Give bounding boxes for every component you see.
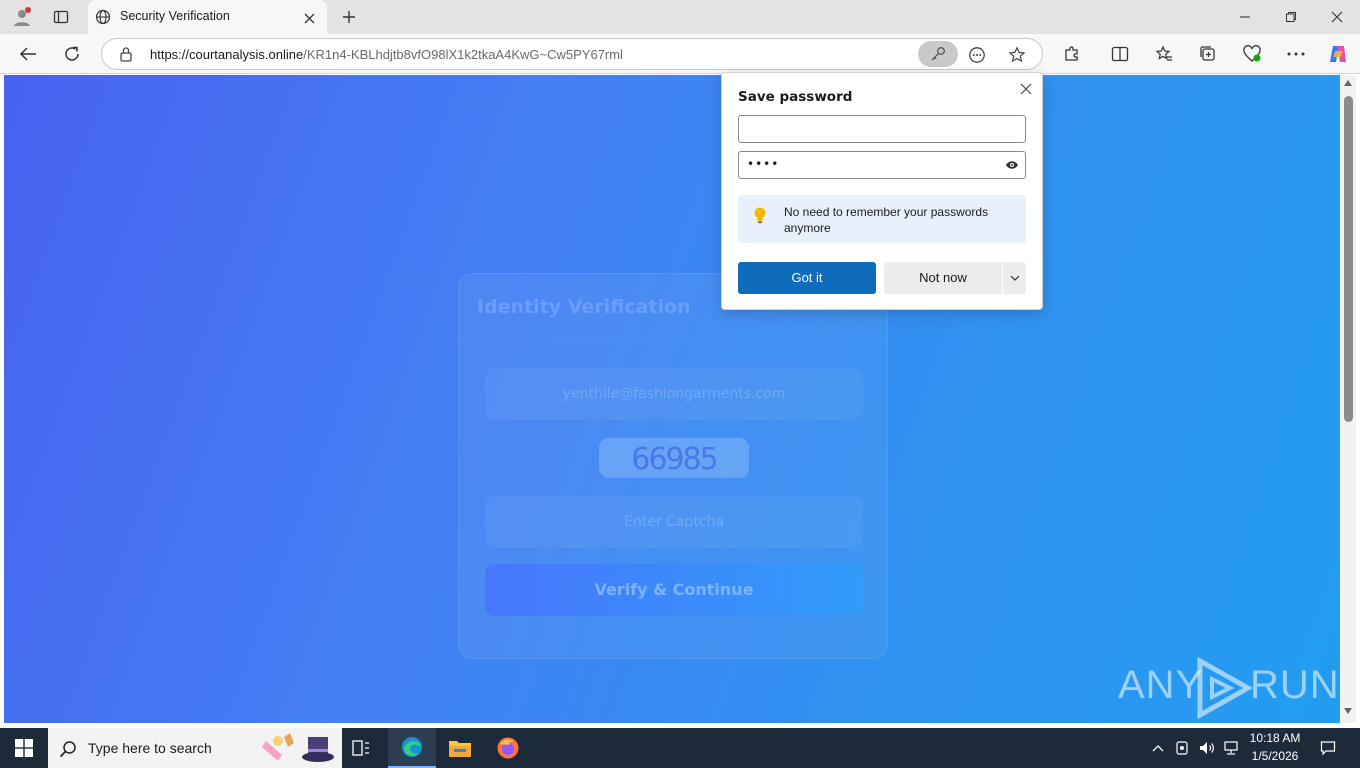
lock-icon[interactable] xyxy=(118,46,134,62)
password-tip: No need to remember your passwords anymo… xyxy=(738,195,1026,243)
url-host: https://courtanalysis.online xyxy=(150,47,304,62)
show-password-eye-icon[interactable] xyxy=(1003,157,1021,173)
edge-taskbar-icon[interactable] xyxy=(388,728,436,768)
tab-title: Security Verification xyxy=(120,9,230,23)
watermark-run: RUN xyxy=(1250,663,1340,707)
network-icon[interactable] xyxy=(1220,736,1242,760)
address-bar[interactable]: https://courtanalysis.online/KR1n4-KBLhd… xyxy=(101,38,1043,70)
globe-icon xyxy=(94,8,112,26)
search-highlight-image-icon xyxy=(260,731,336,765)
password-value: •••• xyxy=(747,157,780,171)
scroll-down-icon[interactable] xyxy=(1342,706,1354,716)
new-tab-plus-icon[interactable] xyxy=(336,4,362,30)
more-menu-icon[interactable] xyxy=(1282,40,1310,68)
minimize-icon[interactable] xyxy=(1230,4,1260,30)
notifications-icon[interactable] xyxy=(1314,736,1342,760)
username-field[interactable] xyxy=(738,115,1026,143)
verify-continue-button[interactable]: Verify & Continue xyxy=(485,564,863,616)
anyrun-watermark: ANY RUN xyxy=(1118,655,1339,719)
email-field[interactable]: yenthile@fashiongarments.com xyxy=(485,368,863,420)
task-view-icon[interactable] xyxy=(342,728,380,768)
volume-icon[interactable] xyxy=(1196,736,1218,760)
captcha-image: 66985 xyxy=(599,438,749,478)
dialog-close-icon[interactable] xyxy=(1016,79,1036,99)
password-key-icon[interactable] xyxy=(918,41,958,67)
copilot-icon[interactable] xyxy=(1324,40,1352,68)
refresh-icon[interactable] xyxy=(58,40,86,68)
search-placeholder: Type here to search xyxy=(88,740,212,756)
watermark-play-icon xyxy=(1197,657,1252,719)
not-now-button[interactable]: Not now xyxy=(884,262,1002,294)
restore-icon[interactable] xyxy=(1276,4,1306,30)
not-now-options-chevron-icon[interactable] xyxy=(1003,262,1026,294)
tray-chevron-up-icon[interactable] xyxy=(1148,736,1168,760)
firefox-icon[interactable] xyxy=(486,728,530,768)
clock-date[interactable]: 1/5/2026 xyxy=(1246,749,1304,763)
clock-time[interactable]: 10:18 AM xyxy=(1246,731,1304,745)
taskbar-search-box[interactable]: Type here to search xyxy=(48,728,342,768)
favorites-icon[interactable] xyxy=(1150,40,1178,68)
captcha-input[interactable]: Enter Captcha xyxy=(485,496,863,548)
card-title: Identity Verification xyxy=(477,296,691,318)
search-icon xyxy=(58,739,78,759)
split-screen-icon[interactable] xyxy=(1106,40,1134,68)
scrollbar-thumb[interactable] xyxy=(1344,96,1353,422)
url-text: https://courtanalysis.online/KR1n4-KBLhd… xyxy=(150,47,623,62)
profile-avatar-icon[interactable] xyxy=(8,4,36,30)
collections-icon[interactable] xyxy=(1194,40,1222,68)
active-tab[interactable]: Security Verification xyxy=(88,0,327,34)
tab-close-icon[interactable] xyxy=(300,9,318,27)
windows-start-icon[interactable] xyxy=(0,728,48,768)
captcha-code: 66985 xyxy=(631,442,718,477)
back-arrow-icon[interactable] xyxy=(14,40,42,68)
reading-view-icon[interactable] xyxy=(964,42,990,68)
save-password-title: Save password xyxy=(738,89,853,105)
lightbulb-icon xyxy=(752,205,768,227)
extensions-puzzle-icon[interactable] xyxy=(1058,40,1086,68)
window-close-icon[interactable] xyxy=(1322,4,1352,30)
scroll-up-icon[interactable] xyxy=(1342,78,1354,88)
tip-text: No need to remember your passwords anymo… xyxy=(784,205,989,235)
got-it-button[interactable]: Got it xyxy=(738,262,876,294)
watermark-any: ANY xyxy=(1118,663,1204,707)
verification-card: Identity Verification yenthile@fashionga… xyxy=(458,273,888,659)
browser-essentials-icon[interactable] xyxy=(1238,40,1266,68)
password-field[interactable]: •••• xyxy=(738,151,1026,179)
file-explorer-icon[interactable] xyxy=(438,728,482,768)
favorite-star-icon[interactable] xyxy=(1004,42,1030,68)
url-path: /KR1n4-KBLhdjtb8vfO98lX1k2tkaA4KwG~Cw5PY… xyxy=(303,47,623,62)
tab-actions-icon[interactable] xyxy=(48,4,74,30)
tray-device-icon[interactable] xyxy=(1172,736,1192,760)
page-viewport: Identity Verification yenthile@fashionga… xyxy=(4,75,1340,723)
save-password-dialog: Save password •••• No need to remember y… xyxy=(721,72,1043,310)
